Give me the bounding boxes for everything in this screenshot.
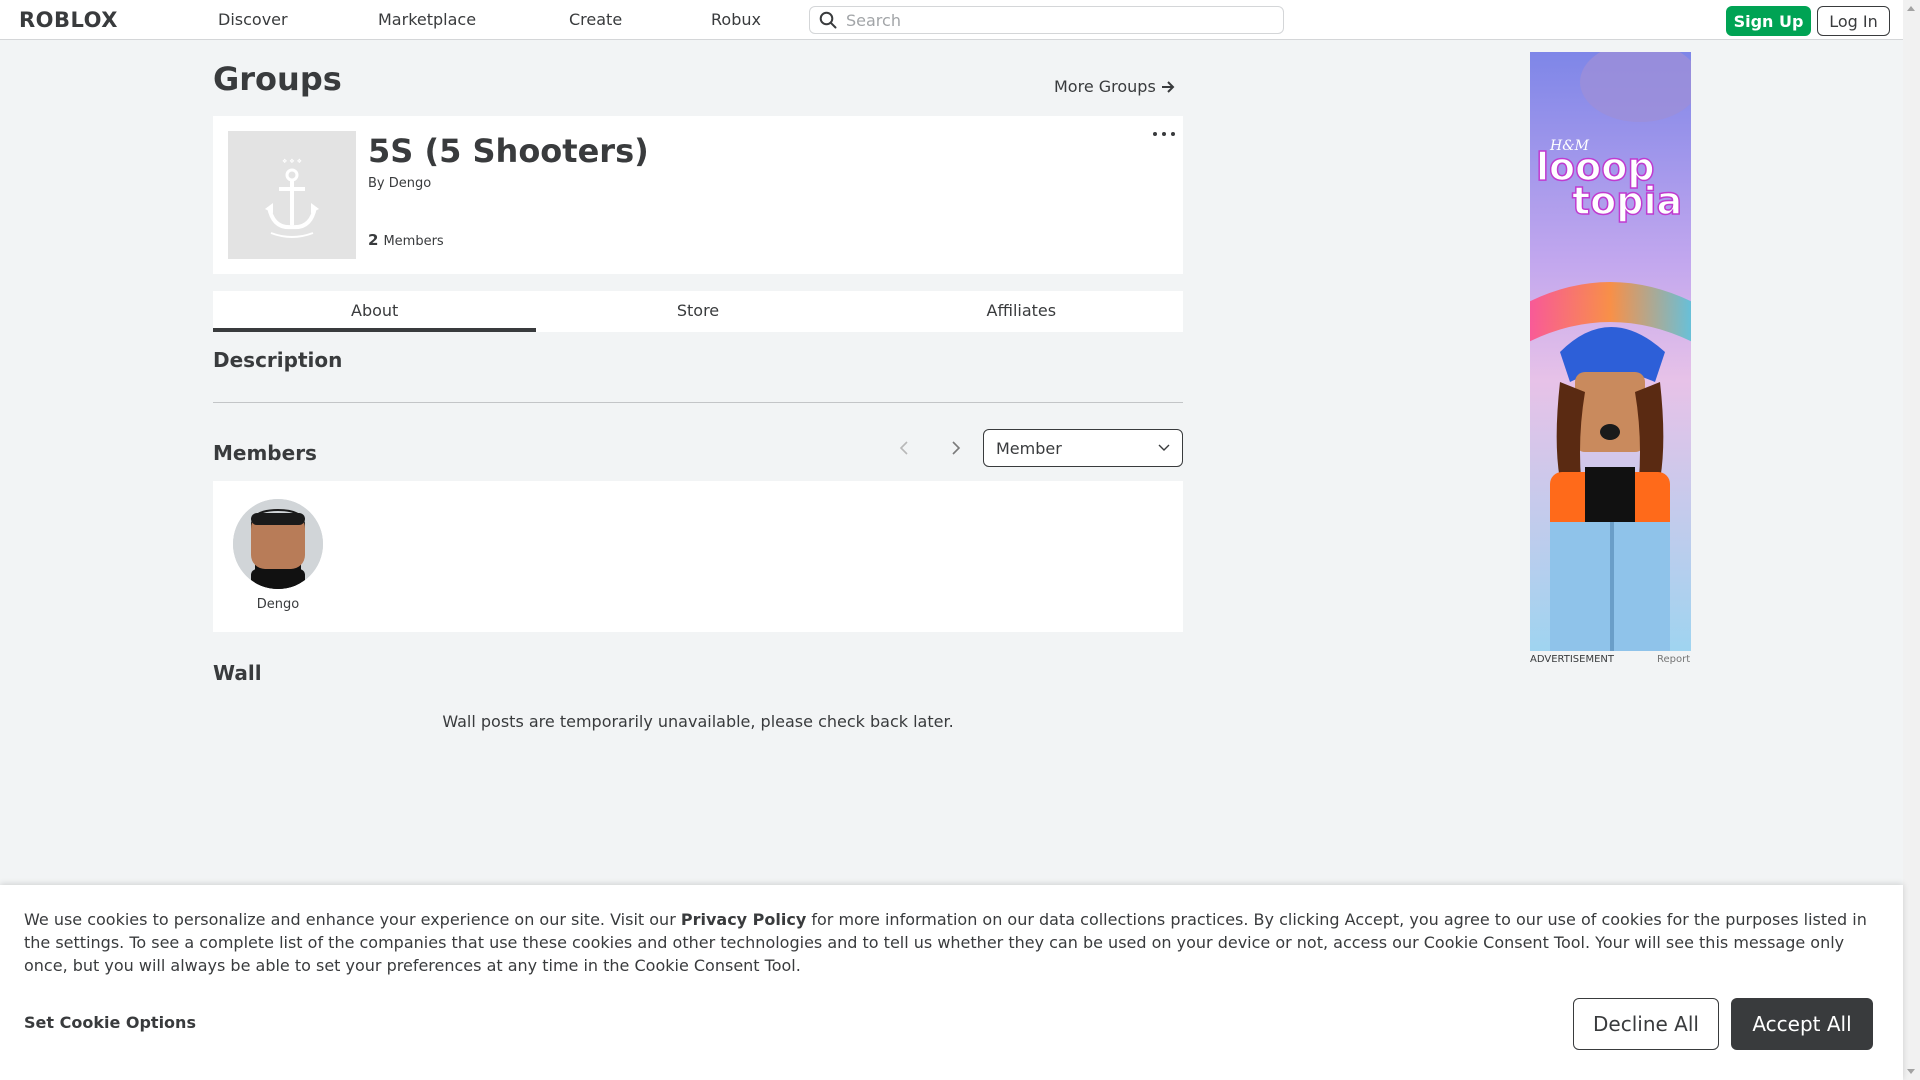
sign-up-button[interactable]: Sign Up	[1726, 6, 1811, 36]
by-prefix: By	[368, 176, 385, 191]
tab-about[interactable]: About	[213, 291, 537, 332]
cookie-text-part-1: We use cookies to personalize and enhanc…	[24, 910, 681, 929]
group-emblem: ❖ ❖ ❖	[228, 131, 356, 259]
group-header-card: ❖ ❖ ❖ 5S (5 Shooters) By Dengo 2 Members	[213, 116, 1183, 274]
members-list: Dengo	[213, 481, 1183, 632]
nav-link-marketplace[interactable]: Marketplace	[378, 0, 476, 40]
cookie-consent-text: We use cookies to personalize and enhanc…	[24, 908, 1884, 977]
nav-link-robux[interactable]: Robux	[711, 0, 761, 40]
chevron-right-icon	[952, 441, 961, 455]
set-cookie-options-link[interactable]: Set Cookie Options	[24, 1013, 196, 1032]
more-groups-label: More Groups	[1054, 77, 1156, 96]
ad-image: H&M looop topia	[1530, 52, 1691, 651]
arrow-right-icon	[1161, 80, 1175, 93]
group-tabs: About Store Affiliates	[213, 291, 1183, 332]
scroll-up-arrow-icon[interactable]	[1907, 6, 1915, 11]
page-title: Groups	[213, 60, 342, 98]
group-owner-link[interactable]: Dengo	[389, 176, 431, 191]
cookie-consent-banner: We use cookies to personalize and enhanc…	[0, 885, 1903, 1080]
decline-all-button[interactable]: Decline All	[1573, 998, 1719, 1050]
ad-report-link[interactable]: Report	[1657, 654, 1690, 665]
log-in-button[interactable]: Log In	[1817, 6, 1890, 36]
avatar-headshot-icon	[233, 499, 323, 589]
more-options-icon[interactable]	[1153, 128, 1175, 140]
members-prev-page-button[interactable]	[894, 436, 914, 460]
logo-text: ROBLOX	[19, 8, 118, 32]
description-divider	[213, 402, 1183, 403]
nav-link-create[interactable]: Create	[569, 0, 622, 40]
advertisement-banner[interactable]: H&M looop topia	[1530, 52, 1691, 651]
tab-affiliates[interactable]: Affiliates	[860, 291, 1183, 332]
nav-link-discover[interactable]: Discover	[218, 0, 288, 40]
wall-unavailable-message: Wall posts are temporarily unavailable, …	[442, 712, 954, 731]
search-bar[interactable]	[809, 6, 1284, 34]
search-input[interactable]	[846, 10, 1266, 30]
member-count-label: Members	[383, 234, 444, 249]
chevron-left-icon	[899, 441, 908, 455]
scroll-down-arrow-icon[interactable]	[1907, 1069, 1915, 1074]
top-navigation-bar: ROBLOX Discover Marketplace Create Robux…	[0, 0, 1903, 40]
advertisement-label: ADVERTISEMENT	[1530, 654, 1615, 665]
chevron-down-icon	[1158, 444, 1170, 451]
member-role-dropdown[interactable]: Member	[983, 429, 1183, 467]
member-role-selected: Member	[996, 438, 1062, 458]
description-heading: Description	[213, 348, 343, 372]
wall-heading: Wall	[213, 661, 262, 685]
member-name[interactable]: Dengo	[233, 597, 323, 612]
members-next-page-button[interactable]	[946, 436, 966, 460]
more-groups-link[interactable]: More Groups	[1054, 77, 1175, 96]
accept-all-button[interactable]: Accept All	[1731, 998, 1873, 1050]
anchor-icon: ❖ ❖ ❖	[265, 158, 319, 238]
group-name: 5S (5 Shooters)	[368, 132, 649, 170]
page-scrollbar[interactable]	[1903, 0, 1920, 1080]
member-count-number: 2	[368, 231, 379, 249]
roblox-logo[interactable]: ROBLOX	[19, 8, 118, 32]
search-icon	[819, 11, 837, 29]
members-heading: Members	[213, 441, 317, 465]
tab-store[interactable]: Store	[536, 291, 859, 332]
ad-headline-2: topia	[1572, 179, 1682, 223]
member-tile[interactable]: Dengo	[233, 499, 323, 612]
privacy-policy-link[interactable]: Privacy Policy	[681, 910, 806, 929]
svg-text:❖ ❖ ❖: ❖ ❖ ❖	[282, 158, 302, 165]
group-member-count: 2 Members	[368, 231, 444, 249]
group-owner-line: By Dengo	[368, 176, 431, 191]
member-avatar[interactable]	[233, 499, 323, 589]
